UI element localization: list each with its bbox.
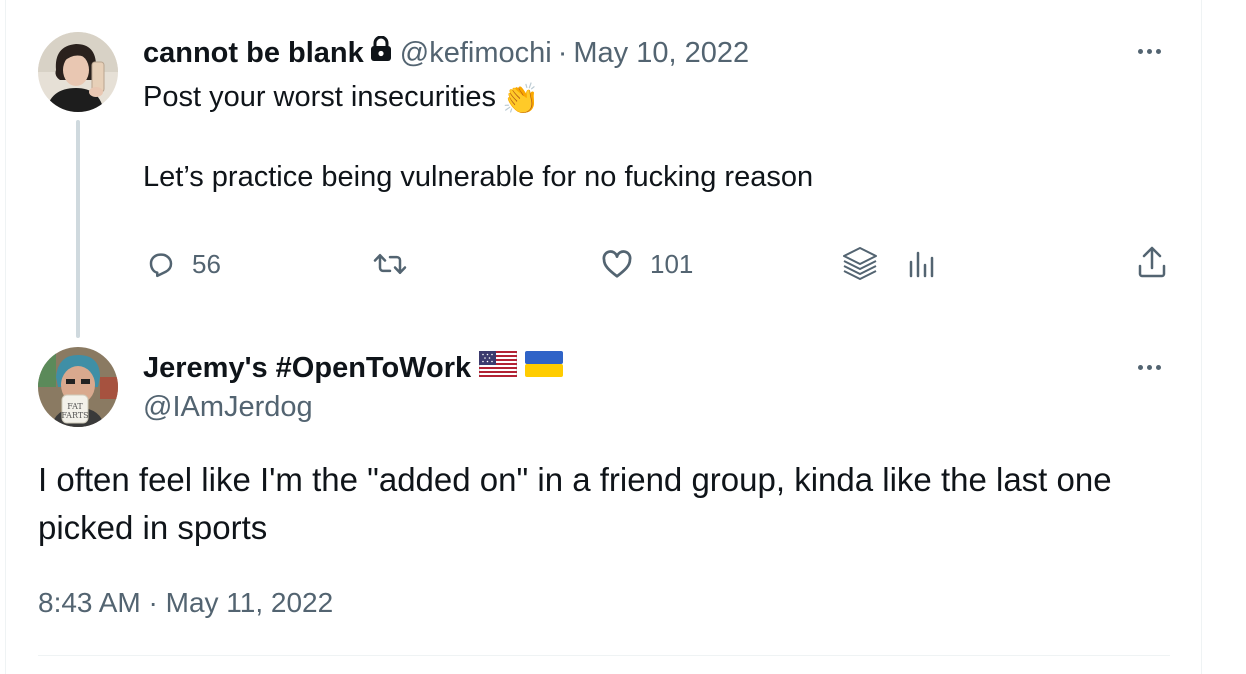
more-options-icon[interactable] [1138, 365, 1161, 370]
views-icon [909, 251, 934, 278]
us-flag-icon [478, 350, 518, 385]
display-name[interactable]: cannot be blank [143, 37, 364, 70]
tweet-text-line: Post your worst insecurities 👏 [143, 78, 539, 119]
share-icon [1138, 246, 1166, 278]
frame-border-right [1201, 0, 1202, 674]
avatar[interactable] [38, 32, 118, 112]
views-button[interactable] [906, 246, 938, 282]
share-button[interactable] [1136, 244, 1168, 280]
avatar[interactable]: FAT FARTS [38, 347, 118, 427]
tweet-text: Post your worst insecurities [143, 81, 496, 113]
svg-text:FAT: FAT [67, 402, 83, 411]
svg-text:FARTS: FARTS [61, 411, 88, 420]
reply-icon [149, 253, 173, 278]
reply-button[interactable]: 56 [146, 246, 221, 282]
reply-author: Jeremy's #OpenToWork [143, 348, 564, 388]
tweet-text: Let’s practice being vulnerable for no f… [143, 161, 814, 193]
display-name[interactable]: Jeremy's #OpenToWork [143, 352, 471, 385]
tweet-date[interactable]: May 10, 2022 [573, 37, 749, 70]
tweet-text-line: Let’s practice being vulnerable for no f… [143, 158, 813, 196]
separator-dot: · [557, 36, 568, 69]
retweet-icon [373, 254, 407, 274]
handle[interactable]: @kefimochi [400, 37, 552, 70]
divider [38, 655, 1170, 656]
heart-icon [602, 250, 632, 278]
clapping-hands-emoji: 👏 [501, 83, 540, 116]
layers-icon [843, 247, 877, 280]
ukraine-flag-icon [525, 351, 564, 385]
retweet-button[interactable] [371, 246, 409, 282]
tweet-timestamp[interactable]: 8:43 AM · May 11, 2022 [38, 584, 333, 622]
layers-button[interactable] [838, 244, 882, 280]
handle[interactable]: @IAmJerdog [143, 388, 313, 426]
more-options-icon[interactable] [1138, 49, 1161, 54]
like-count: 101 [650, 248, 694, 279]
frame-border-left [5, 0, 6, 674]
tweet-header: cannot be blank @kefimochi · May 10, 202… [143, 34, 749, 72]
lock-icon [370, 35, 392, 70]
thread-connector [76, 120, 80, 338]
reply-text: I often feel like I'm the "added on" in … [38, 461, 1112, 546]
like-button[interactable]: 101 [600, 246, 693, 282]
reply-count: 56 [192, 248, 221, 279]
